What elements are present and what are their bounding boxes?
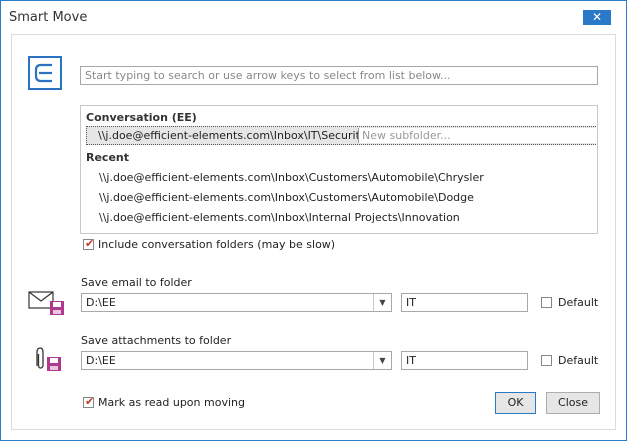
mark-read-label: Mark as read upon moving [98,396,245,409]
envelope-save-icon [28,290,68,316]
save-attachments-default-checkbox[interactable] [541,355,552,366]
save-attachments-default-label: Default [558,354,599,367]
list-item[interactable]: \\j.doe@efficient-elements.com\Inbox\Cus… [99,171,484,184]
close-button[interactable]: Close [546,392,600,414]
mark-read-checkbox[interactable]: ✔ [83,395,95,408]
title-bar: Smart Move ✕ [1,1,626,33]
ok-button[interactable]: OK [495,392,536,414]
checkmark-icon: ✔ [85,237,95,250]
conversation-group-header: Conversation (EE) [86,111,197,124]
save-attachments-label: Save attachments to folder [81,334,232,347]
new-subfolder-input[interactable]: New subfolder... [358,128,597,143]
chevron-down-icon[interactable]: ▼ [373,294,391,311]
smart-move-dialog: Smart Move ✕ Start typing to search or u… [0,0,627,441]
list-item[interactable]: \\j.doe@efficient-elements.com\Inbox\Cus… [99,191,474,204]
include-conversation-label: Include conversation folders (may be slo… [98,238,336,251]
save-attachments-subfolder-input[interactable]: IT [401,351,528,370]
save-email-folder-combo[interactable]: D:\EE ▼ [81,293,392,312]
save-attachments-folder-combo[interactable]: D:\EE ▼ [81,351,392,370]
save-email-folder-value: D:\EE [86,296,116,309]
save-email-label: Save email to folder [81,276,192,289]
selected-folder-path: \\j.doe@efficient-elements.com\Inbox\IT\… [98,129,371,142]
folder-list: Conversation (EE) \\j.doe@efficient-elem… [80,105,598,234]
save-email-default-checkbox[interactable] [541,297,552,308]
save-attachments-folder-value: D:\EE [86,354,116,367]
save-email-default-label: Default [558,296,599,309]
include-conversation-checkbox[interactable]: ✔ [83,237,95,250]
chevron-down-icon[interactable]: ▼ [373,352,391,369]
list-item[interactable]: \\j.doe@efficient-elements.com\Inbox\Int… [99,211,460,224]
search-input[interactable]: Start typing to search or use arrow keys… [80,66,598,85]
checkmark-icon: ✔ [85,395,95,408]
paperclip-save-icon [30,346,66,374]
selected-folder-row[interactable]: \\j.doe@efficient-elements.com\Inbox\IT\… [86,126,597,145]
efficient-elements-logo-icon [28,56,62,90]
window-title: Smart Move [9,10,88,25]
save-email-subfolder-input[interactable]: IT [401,293,528,312]
recent-group-header: Recent [86,151,130,164]
window-close-button[interactable]: ✕ [583,10,611,25]
